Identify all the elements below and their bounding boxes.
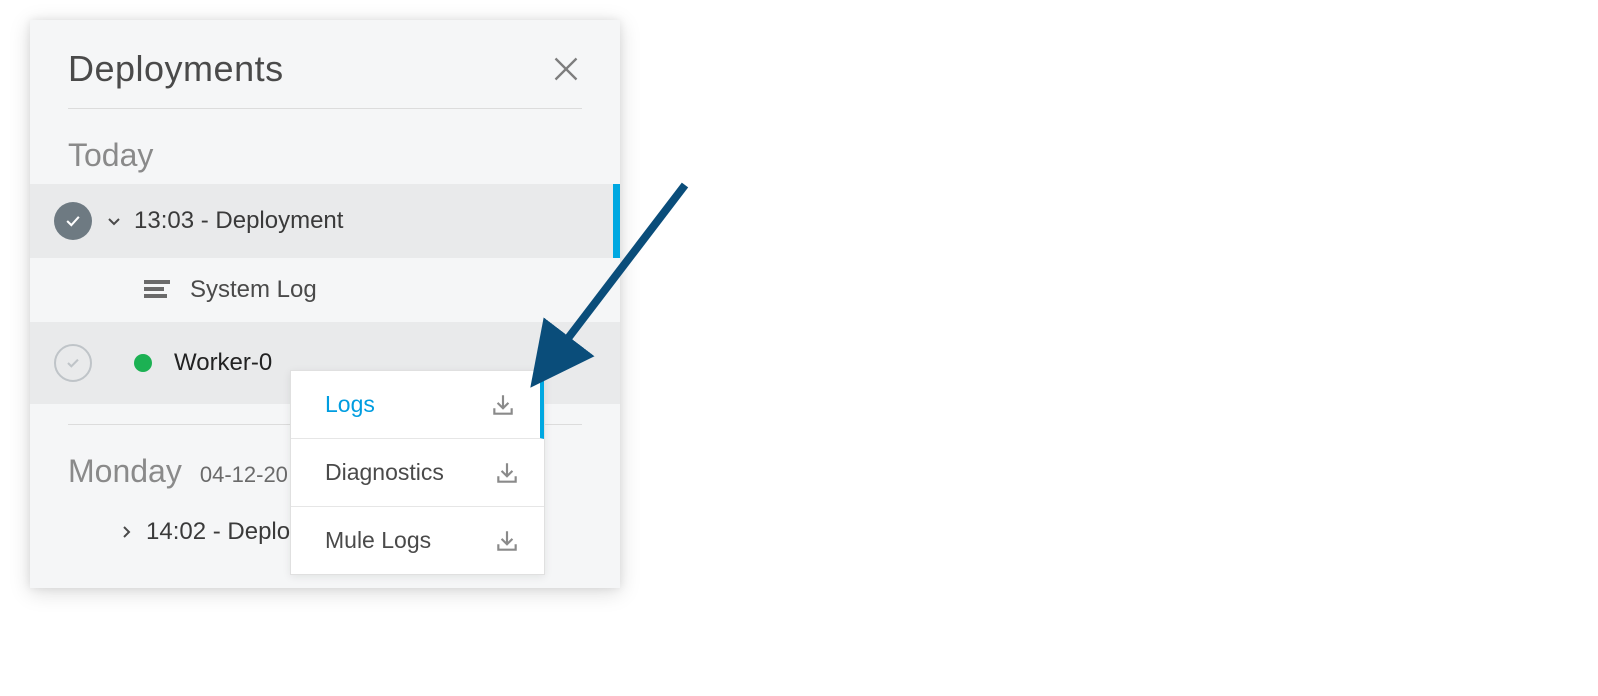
section-today-title: Today <box>68 137 153 174</box>
menu-item-logs[interactable]: Logs <box>291 371 544 439</box>
menu-label-logs: Logs <box>325 391 375 418</box>
section-monday-title: Monday <box>68 453 182 490</box>
panel-header: Deployments <box>30 20 620 108</box>
chevron-right-icon <box>118 524 134 540</box>
check-icon <box>63 353 83 373</box>
download-icon <box>490 392 516 418</box>
menu-label-mule-logs: Mule Logs <box>325 527 431 554</box>
panel-title: Deployments <box>68 48 284 90</box>
check-icon <box>63 211 83 231</box>
download-icon <box>494 528 520 554</box>
system-log-row[interactable]: System Log <box>30 258 620 322</box>
deployment-row-today[interactable]: 13:03 - Deployment <box>30 184 620 258</box>
menu-item-mule-logs[interactable]: Mule Logs <box>291 507 544 574</box>
menu-item-diagnostics[interactable]: Diagnostics <box>291 439 544 507</box>
worker-label: Worker-0 <box>174 349 272 377</box>
download-icon <box>494 460 520 486</box>
deployment-label: 13:03 - Deployment <box>134 207 343 235</box>
status-check-pending <box>54 344 92 382</box>
system-log-label: System Log <box>190 276 317 304</box>
logs-popup-menu: Logs Diagnostics Mule Logs <box>290 370 545 575</box>
menu-label-diagnostics: Diagnostics <box>325 459 444 486</box>
status-check-complete <box>54 202 92 240</box>
status-dot-green <box>134 354 152 372</box>
log-lines-icon <box>144 280 170 300</box>
section-today-header: Today <box>30 109 620 184</box>
section-monday-date: 04-12-20 <box>200 462 288 488</box>
chevron-down-icon <box>106 213 122 229</box>
close-icon <box>552 55 580 83</box>
close-button[interactable] <box>550 53 582 85</box>
